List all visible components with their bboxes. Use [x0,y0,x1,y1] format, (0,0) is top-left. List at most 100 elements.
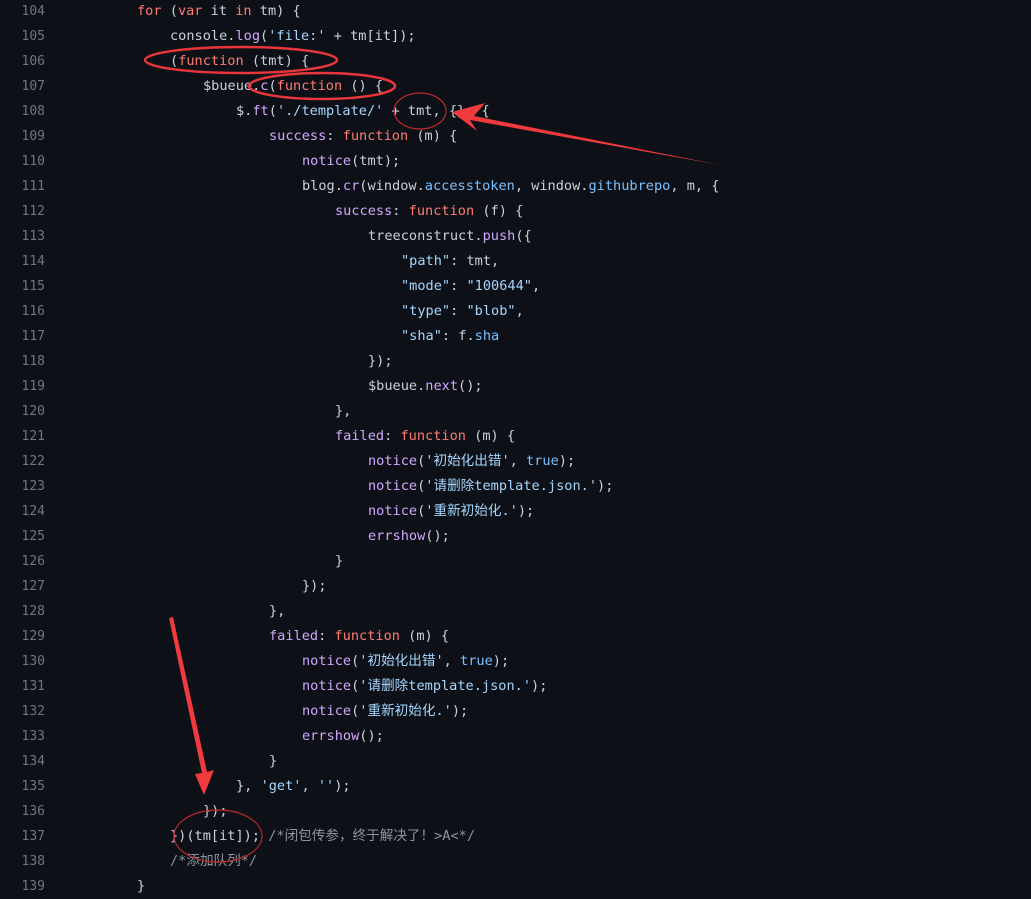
code-line: 124 notice('重新初始化.'); [0,499,1031,524]
code-token: : f. [441,328,475,344]
code-token: '重新初始化.' [359,703,452,719]
code-text: notice('请删除template.json.'); [302,674,547,699]
code-token: , [301,778,318,794]
code-token: in [235,3,252,19]
code-token: : [318,628,335,644]
code-token: : [384,428,401,444]
code-token: ); [334,778,351,794]
code-text: /*添加队列*/ [170,849,257,874]
code-line: 110 notice(tmt); [0,149,1031,174]
code-token: }, [236,778,261,794]
line-number: 107 [21,79,45,94]
code-line: 108 $.ft('./template/' + tmt, {}, { [0,99,1031,124]
code-token: "type" [401,303,451,319]
code-token: function [400,428,466,444]
code-token: }); [203,803,228,819]
code-token: blog. [302,178,343,194]
code-text: errshow(); [302,724,384,749]
line-number: 131 [21,679,45,694]
code-token: ( [268,78,277,94]
code-line: 104 for (var it in tm) { [0,0,1031,24]
code-token: '初始化出错' [359,653,444,669]
line-number: 111 [21,179,45,194]
code-token: treeconstruct. [368,228,483,244]
code-text: treeconstruct.push({ [368,224,532,249]
code-token: sha [474,328,500,344]
code-token: (m) { [408,128,458,144]
line-number: 114 [21,254,45,269]
code-token: } [269,753,278,769]
code-line: 138 /*添加队列*/ [0,849,1031,874]
line-number: 110 [21,154,45,169]
code-text: notice('请删除template.json.'); [368,474,613,499]
code-token: '初始化出错' [425,453,510,469]
line-number: 116 [21,304,45,319]
line-number: 104 [21,4,45,19]
code-token: , m, { [670,178,720,194]
code-line: 130 notice('初始化出错', true); [0,649,1031,674]
code-token: next [425,378,459,394]
code-token: (); [458,378,483,394]
code-text: }); [203,799,228,824]
line-number: 130 [21,654,45,669]
code-token: failed [335,428,385,444]
code-text: for (var it in tm) { [137,0,301,24]
code-token: for [137,3,162,19]
code-token: : [326,128,343,144]
code-line: 113 treeconstruct.push({ [0,224,1031,249]
code-token: ); [558,453,576,469]
code-line: 120}, [0,399,1031,424]
code-line: 133 errshow(); [0,724,1031,749]
line-number: 127 [21,579,45,594]
code-text: }); [302,574,327,599]
code-token: ( [260,28,269,44]
line-number: 118 [21,354,45,369]
code-token: })(tm[it]); [170,828,269,844]
code-token: console. [170,28,236,44]
line-number: 119 [21,379,45,394]
line-number: 122 [21,454,45,469]
code-token: true [460,653,493,669]
code-token: '重新初始化.' [425,503,518,519]
code-token: notice [302,653,352,669]
code-text: "sha": f.sha [401,324,499,349]
code-line: 106 (function (tmt) { [0,49,1031,74]
code-text: $.ft('./template/' + tmt, {}, { [236,99,490,124]
code-token: notice [302,678,352,694]
code-line: 131 notice('请删除template.json.'); [0,674,1031,699]
code-token: (tmt); [351,153,401,169]
code-token: } [335,553,344,569]
code-token: errshow [302,728,360,744]
line-number: 137 [21,829,45,844]
code-token: function [178,53,244,69]
code-token: "path" [401,253,451,269]
code-line: 119 $bueue.next(); [0,374,1031,399]
code-token: success [335,203,393,219]
line-number: 112 [21,204,45,219]
code-line: 107 $bueue.c(function () { [0,74,1031,99]
line-number: 133 [21,729,45,744]
code-token: it [202,3,236,19]
code-token: (); [359,728,384,744]
line-number: 128 [21,604,45,619]
code-token: /*闭包传参，终于解决了！>A<*/ [268,828,476,844]
code-token: true [526,453,559,469]
code-token: $bueue. [203,78,261,94]
line-number: 123 [21,479,45,494]
code-token: '' [317,778,335,794]
code-token: 'file:' [268,28,326,44]
code-token: "100644" [466,278,532,294]
code-text: "path": tmt, [401,249,499,274]
code-text: failed: function (m) { [269,624,449,649]
code-text: }, [335,399,351,424]
code-token: function [342,128,409,144]
code-token: ( [268,103,277,119]
line-number: 105 [21,29,45,44]
code-token: accesstoken [424,178,515,194]
code-token: function [276,78,343,94]
code-line: 129 failed: function (m) { [0,624,1031,649]
code-text: (function (tmt) { [170,49,309,74]
code-token: , [509,453,527,469]
code-token: ({ [515,228,532,244]
line-number: 135 [21,779,45,794]
